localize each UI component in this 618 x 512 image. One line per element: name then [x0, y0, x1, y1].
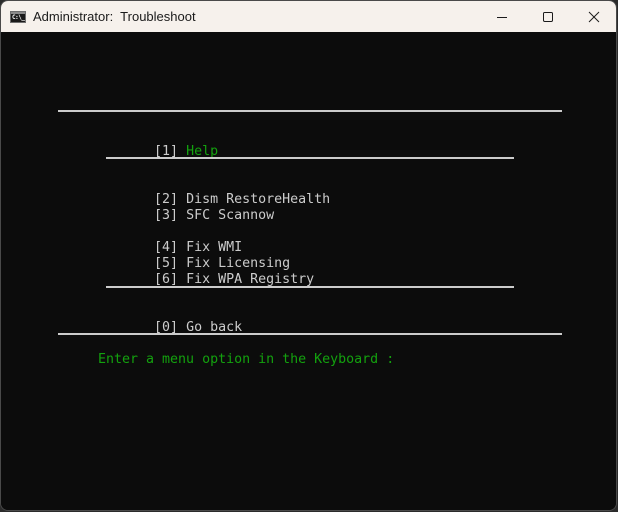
close-button[interactable] [571, 1, 616, 32]
maximize-button[interactable] [525, 1, 571, 32]
menu-label: Fix WPA Registry [186, 272, 315, 287]
divider-inner-1 [106, 157, 514, 159]
terminal-window: C:\_ Administrator: Troubleshoot [1] Hel… [0, 0, 617, 511]
window-title: Administrator: Troubleshoot [33, 9, 196, 24]
minimize-button[interactable] [479, 1, 525, 32]
menu-key: [3] [154, 208, 179, 223]
close-icon [588, 11, 600, 22]
menu-item-go-back: [0] Go back [106, 304, 242, 335]
maximize-icon [543, 11, 553, 22]
menu-item-help: [1] Help [106, 128, 218, 159]
menu-item-dism: [2] Dism RestoreHealth [106, 176, 330, 207]
command-prompt-icon: C:\_ [10, 11, 26, 23]
menu-item-sfc: [3] SFC Scannow [106, 192, 274, 223]
divider-inner-2 [106, 286, 514, 288]
menu-item-fix-wmi: [4] Fix WMI [106, 224, 242, 255]
menu-item-fix-licensing: [5] Fix Licensing [106, 240, 290, 271]
input-prompt: Enter a menu option in the Keyboard : [98, 352, 395, 367]
menu-key: [6] [154, 272, 179, 287]
divider-top [58, 110, 562, 112]
minimize-icon [497, 16, 507, 18]
menu-item-fix-wpa-registry: [6] Fix WPA Registry [106, 256, 314, 287]
divider-bottom [58, 333, 562, 335]
console-area[interactable]: [1] Help [2] Dism RestoreHealth [3] SFC … [1, 32, 616, 510]
title-bar[interactable]: C:\_ Administrator: Troubleshoot [1, 1, 616, 32]
menu-label: SFC Scannow [186, 208, 275, 223]
